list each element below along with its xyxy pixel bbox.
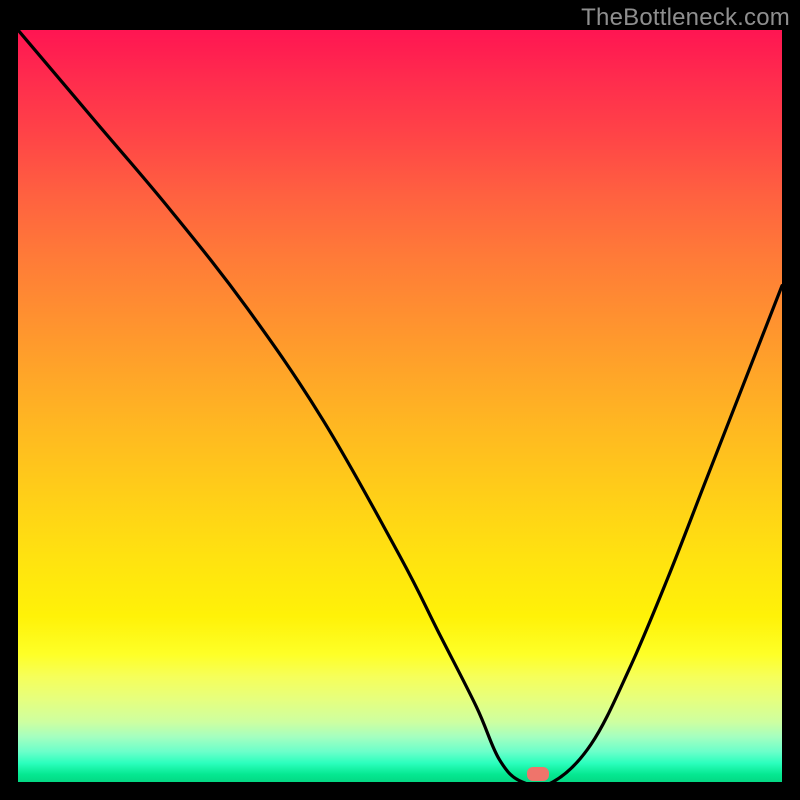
optimal-marker	[527, 767, 549, 781]
curve-path	[18, 30, 782, 782]
plot-area	[18, 30, 782, 782]
bottleneck-curve	[18, 30, 782, 782]
watermark-text: TheBottleneck.com	[581, 4, 790, 32]
chart-frame: TheBottleneck.com	[0, 0, 800, 800]
